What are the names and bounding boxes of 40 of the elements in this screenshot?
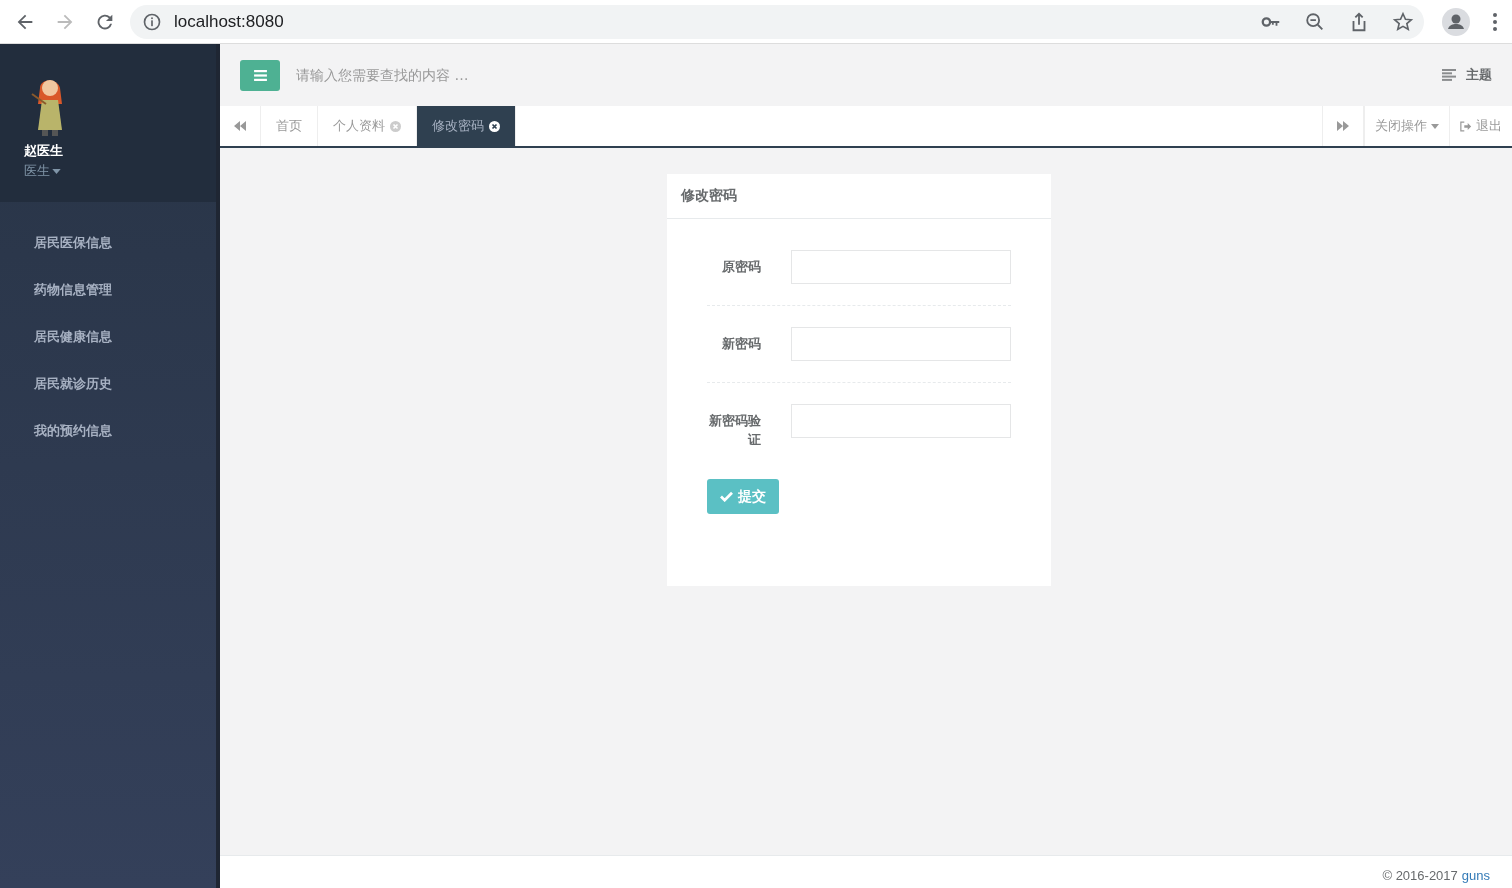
user-name: 赵医生 <box>24 142 64 160</box>
list-icon <box>1442 69 1456 81</box>
profile-icon[interactable] <box>1442 7 1470 36</box>
search-field[interactable]: 请输入您需要查找的内容 … <box>296 60 1442 90</box>
more-icon[interactable] <box>1492 11 1498 32</box>
field-label: 新密码 <box>721 335 761 353</box>
role-dropdown[interactable]: 医生 <box>24 162 61 180</box>
copyright-text: © 2016-2017 <box>1382 868 1458 883</box>
caret-icon <box>1431 123 1439 129</box>
close-menu-dropdown[interactable]: 关闭操作 <box>1364 106 1449 146</box>
close-icon[interactable] <box>489 120 500 132</box>
double-right-icon <box>1337 121 1349 131</box>
zoom-out-icon[interactable] <box>1304 10 1326 33</box>
sign-out-icon <box>1460 120 1472 132</box>
tab[interactable]: 首页 <box>261 106 318 146</box>
theme-button[interactable]: 主题 <box>1442 66 1492 84</box>
footer-link[interactable]: guns <box>1461 868 1490 883</box>
password-field[interactable] <box>791 327 1011 361</box>
menu-item[interactable]: 居民医保信息 <box>0 219 216 266</box>
url-text: localhost:8080 <box>174 11 284 32</box>
menu-toggle-button[interactable] <box>240 59 280 91</box>
field-label: 新密码验证 <box>708 412 761 449</box>
menu-item[interactable]: 居民就诊历史 <box>0 360 216 407</box>
menu-item[interactable]: 我的预约信息 <box>0 407 216 454</box>
caret-icon <box>52 168 61 174</box>
check-icon <box>720 491 733 502</box>
menu-item[interactable]: 药物信息管理 <box>0 266 216 313</box>
scroll-right-button[interactable] <box>1322 106 1364 146</box>
tab[interactable]: 修改密码 <box>417 106 516 146</box>
menu-icon <box>253 69 267 81</box>
star-icon[interactable] <box>1392 10 1414 33</box>
card-title: 修改密码 <box>681 187 737 205</box>
password-field[interactable] <box>791 250 1011 284</box>
logout-button[interactable]: 退出 <box>1449 106 1512 146</box>
address-bar[interactable]: localhost:8080 <box>130 4 1424 39</box>
menu-item[interactable]: 居民健康信息 <box>0 313 216 360</box>
info-icon[interactable] <box>142 11 162 32</box>
field-label: 原密码 <box>721 258 761 276</box>
password-field[interactable] <box>791 404 1011 438</box>
double-left-icon <box>234 121 246 131</box>
